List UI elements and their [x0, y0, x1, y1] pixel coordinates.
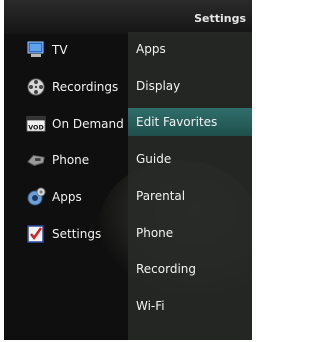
submenu-item-label: Guide [136, 152, 172, 166]
submenu-item-label: Parental [136, 189, 186, 203]
settings-submenu: Apps Display Edit Favorites Guide Parent… [128, 32, 252, 340]
left-item-label: Recordings [52, 80, 119, 94]
submenu-item-parental[interactable]: Parental [128, 182, 252, 210]
phone-icon [26, 150, 46, 170]
submenu-item-label: Recording [136, 262, 197, 276]
left-item-label: TV [52, 43, 68, 57]
submenu-item-label: Wi-Fi [136, 299, 165, 313]
screen: Settings TV Recordings VOD On Demand Pho… [4, 0, 252, 340]
left-item-tv[interactable]: TV [26, 36, 130, 64]
settings-checklist-icon [26, 224, 46, 244]
submenu-item-label: Edit Favorites [136, 115, 218, 129]
left-item-label: Settings [52, 227, 102, 241]
vod-icon: VOD [26, 114, 46, 134]
submenu-item-guide[interactable]: Guide [128, 145, 252, 173]
submenu-item-phone[interactable]: Phone [128, 219, 252, 247]
left-item-phone[interactable]: Phone [26, 146, 130, 174]
left-item-settings[interactable]: Settings [26, 220, 130, 248]
submenu-item-label: Display [136, 79, 181, 93]
left-item-label: On Demand [52, 117, 124, 131]
submenu-item-label: Apps [136, 42, 166, 56]
apps-gear-icon [26, 187, 46, 207]
left-item-label: Apps [52, 190, 82, 204]
svg-text:VOD: VOD [28, 124, 44, 131]
submenu-item-edit-favorites[interactable]: Edit Favorites [128, 108, 252, 136]
tv-icon [26, 40, 46, 60]
submenu-item-apps[interactable]: Apps [128, 35, 252, 63]
film-reel-icon [26, 77, 46, 97]
header-bar: Settings [4, 0, 252, 34]
submenu-item-display[interactable]: Display [128, 72, 252, 100]
left-item-on-demand[interactable]: VOD On Demand [26, 110, 130, 138]
header-title: Settings [194, 12, 246, 25]
submenu-item-label: Phone [136, 226, 174, 240]
submenu-item-recording[interactable]: Recording [128, 255, 252, 283]
left-item-apps[interactable]: Apps [26, 183, 130, 211]
left-item-recordings[interactable]: Recordings [26, 73, 130, 101]
left-item-label: Phone [52, 153, 90, 167]
submenu-item-wifi[interactable]: Wi-Fi [128, 292, 252, 320]
